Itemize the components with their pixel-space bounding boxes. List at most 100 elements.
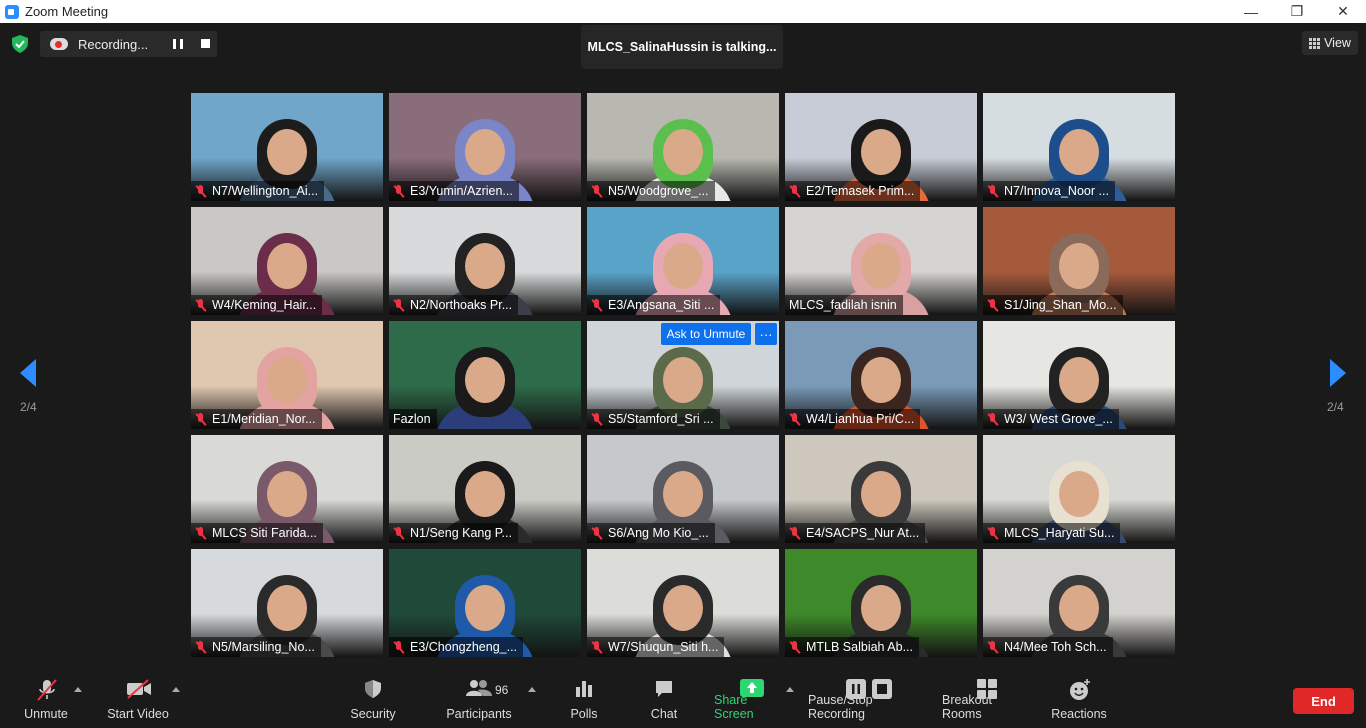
start-video-label: Start Video	[107, 707, 169, 721]
participant-face	[267, 243, 307, 289]
participant-video-tile[interactable]: W3/ West Grove_...	[983, 321, 1175, 429]
reactions-smiley-icon	[1070, 679, 1090, 700]
participant-video-tile[interactable]: W4/Keming_Hair...	[191, 207, 383, 315]
audio-options-caret-icon[interactable]	[74, 687, 82, 692]
participants-button[interactable]: 96 Participants	[444, 663, 514, 728]
participant-video-tile[interactable]: E3/Yumin/Azrien...	[389, 93, 581, 201]
security-shield-icon	[365, 680, 381, 698]
participant-name: W4/Lianhua Pri/C...	[806, 412, 915, 426]
participant-video-tile[interactable]: MLCS_fadilah isnin	[785, 207, 977, 315]
participant-video-tile[interactable]: E1/Meridian_Nor...	[191, 321, 383, 429]
participant-face	[465, 471, 505, 517]
participant-name-tag: E1/Meridian_Nor...	[191, 409, 322, 429]
security-button[interactable]: Security	[344, 663, 402, 728]
pause-stop-recording-button[interactable]: Pause/Stop Recording	[808, 663, 930, 728]
participant-video-tile[interactable]: MTLB Salbiah Ab...	[785, 549, 977, 657]
reactions-label: Reactions	[1051, 707, 1107, 721]
participant-video-tile[interactable]: MLCS Siti Farida...	[191, 435, 383, 543]
participant-video-tile[interactable]: S6/Ang Mo Kio_...	[587, 435, 779, 543]
muted-microphone-icon	[789, 526, 801, 540]
participant-name-tag: S6/Ang Mo Kio_...	[587, 523, 715, 543]
participant-name: N5/Woodgrove_...	[608, 184, 709, 198]
end-meeting-button[interactable]: End	[1293, 688, 1354, 714]
video-off-icon	[127, 679, 151, 699]
start-video-button[interactable]: Start Video	[104, 663, 172, 728]
view-label: View	[1324, 36, 1351, 50]
maximize-button[interactable]: ❐	[1274, 0, 1320, 23]
participant-name: Fazlon	[393, 412, 431, 426]
participant-video-tile[interactable]: N5/Marsiling_No...	[191, 549, 383, 657]
participant-video-tile[interactable]: N1/Seng Kang P...	[389, 435, 581, 543]
window-titlebar: Zoom Meeting — ❐ ✕	[0, 0, 1366, 23]
participant-video-tile[interactable]: MLCS_Haryati Su...	[983, 435, 1175, 543]
share-screen-button[interactable]: Share Screen	[714, 663, 790, 728]
participant-video-tile[interactable]: W4/Lianhua Pri/C...	[785, 321, 977, 429]
participant-video-tile[interactable]: E3/Angsana_Siti ...	[587, 207, 779, 315]
close-button[interactable]: ✕	[1320, 0, 1366, 23]
share-options-caret-icon[interactable]	[786, 687, 794, 692]
participant-name-tag: W4/Keming_Hair...	[191, 295, 323, 315]
breakout-rooms-icon	[977, 679, 997, 699]
muted-microphone-icon	[987, 184, 999, 198]
minimize-button[interactable]: —	[1228, 0, 1274, 23]
recording-label: Recording...	[78, 36, 149, 52]
participant-video-tile[interactable]: N4/Mee Toh Sch...	[983, 549, 1175, 657]
participant-video-tile[interactable]: E4/SACPS_Nur At...	[785, 435, 977, 543]
participant-face	[1059, 243, 1099, 289]
participant-name: N1/Seng Kang P...	[410, 526, 512, 540]
next-page-arrow-icon[interactable]	[1328, 358, 1348, 388]
window-controls: — ❐ ✕	[1228, 0, 1366, 23]
participant-video-tile[interactable]: E3/Chongzheng_...	[389, 549, 581, 657]
participant-video-tile[interactable]: N2/Northoaks Pr...	[389, 207, 581, 315]
participant-video-tile[interactable]: Fazlon	[389, 321, 581, 429]
meeting-area: Recording... MLCS_SalinaHussin is talkin…	[0, 23, 1366, 663]
chat-button[interactable]: Chat	[644, 663, 684, 728]
participant-name-tag: E3/Yumin/Azrien...	[389, 181, 519, 201]
participant-name-tag: MLCS_fadilah isnin	[785, 295, 903, 315]
participant-name-tag: N1/Seng Kang P...	[389, 523, 518, 543]
participant-name-tag: N7/Innova_Noor ...	[983, 181, 1115, 201]
participant-video-tile[interactable]: N7/Wellington_Ai...	[191, 93, 383, 201]
participant-name-tag: E3/Chongzheng_...	[389, 637, 524, 657]
participants-options-caret-icon[interactable]	[528, 687, 536, 692]
participant-name: MLCS_Haryati Su...	[1004, 526, 1115, 540]
participant-name: MTLB Salbiah Ab...	[806, 640, 914, 654]
participant-video-tile[interactable]: W7/Shuqun_Siti h...	[587, 549, 779, 657]
polls-button[interactable]: Polls	[564, 663, 604, 728]
participant-name-tag: N5/Woodgrove_...	[587, 181, 715, 201]
participant-face	[663, 129, 703, 175]
participant-face	[663, 243, 703, 289]
participant-name-tag: N4/Mee Toh Sch...	[983, 637, 1113, 657]
participant-face	[663, 357, 703, 403]
participant-video-tile[interactable]: N7/Innova_Noor ...	[983, 93, 1175, 201]
share-screen-icon	[740, 679, 764, 697]
view-button[interactable]: View	[1302, 31, 1358, 55]
participant-name: N5/Marsiling_No...	[212, 640, 315, 654]
participant-name: N4/Mee Toh Sch...	[1004, 640, 1107, 654]
unmute-label: Unmute	[24, 707, 68, 721]
muted-microphone-icon	[195, 184, 207, 198]
muted-microphone-icon	[195, 298, 207, 312]
participant-face	[861, 357, 901, 403]
pause-recording-icon[interactable]	[173, 39, 183, 49]
video-options-caret-icon[interactable]	[172, 687, 180, 692]
recording-indicator: Recording...	[40, 31, 217, 57]
participant-more-button[interactable]: ···	[755, 323, 777, 345]
unmute-button[interactable]: Unmute	[16, 663, 76, 728]
participant-name: MLCS_fadilah isnin	[789, 298, 897, 312]
participants-label: Participants	[446, 707, 512, 721]
participant-video-tile[interactable]: E2/Temasek Prim...	[785, 93, 977, 201]
participant-name-tag: W7/Shuqun_Siti h...	[587, 637, 725, 657]
stop-recording-icon[interactable]	[201, 39, 210, 48]
participant-face	[465, 357, 505, 403]
previous-page-arrow-icon[interactable]	[18, 358, 38, 388]
reactions-button[interactable]: Reactions	[1050, 663, 1108, 728]
muted-microphone-icon	[987, 298, 999, 312]
participant-video-tile[interactable]: N5/Woodgrove_...	[587, 93, 779, 201]
ask-to-unmute-button[interactable]: Ask to Unmute	[661, 323, 751, 345]
encryption-shield-icon[interactable]	[12, 35, 28, 53]
breakout-rooms-button[interactable]: Breakout Rooms	[942, 663, 1034, 728]
chat-label: Chat	[650, 707, 678, 721]
participant-video-tile[interactable]: S1/Jing_Shan_Mo...	[983, 207, 1175, 315]
participant-name: S6/Ang Mo Kio_...	[608, 526, 709, 540]
